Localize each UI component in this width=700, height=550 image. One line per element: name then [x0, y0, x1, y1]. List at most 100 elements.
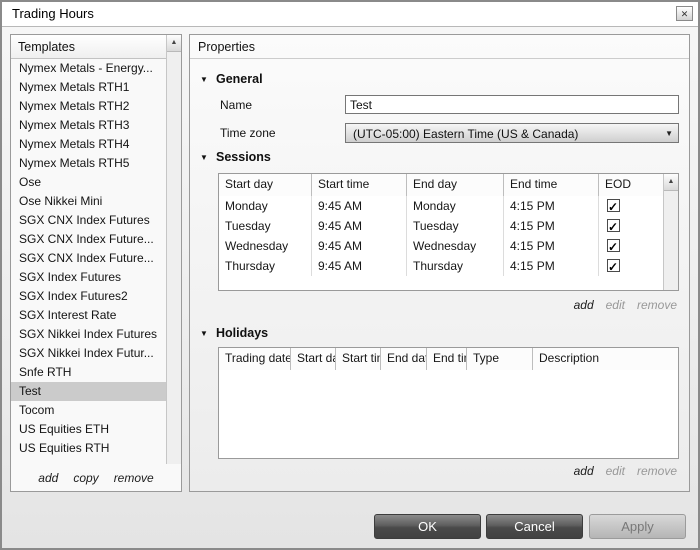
close-icon: ✕	[680, 9, 689, 19]
holidays-column-header-start-time: Start time	[336, 348, 381, 370]
template-list-item[interactable]: US Equities ETH	[11, 420, 166, 439]
session-end-day: Thursday	[407, 256, 504, 276]
window-title: Trading Hours	[12, 6, 94, 21]
session-row[interactable]: Tuesday 9:45 AM Tuesday 4:15 PM	[219, 216, 663, 236]
scroll-up-button[interactable]: ▲	[167, 35, 181, 52]
template-list-item[interactable]: SGX CNX Index Future...	[11, 230, 166, 249]
scroll-up-button[interactable]: ▲	[664, 174, 678, 191]
holidays-column-header-end-date: End date	[381, 348, 427, 370]
template-list-item[interactable]: SGX Interest Rate	[11, 306, 166, 325]
templates-actions: add copy remove	[11, 465, 181, 491]
session-end-time: 4:15 PM	[504, 196, 599, 216]
templates-remove-link[interactable]: remove	[114, 471, 154, 485]
template-list-item-selected[interactable]: Test	[11, 382, 166, 401]
session-start-time: 9:45 AM	[312, 216, 407, 236]
sessions-add-link[interactable]: add	[574, 298, 594, 312]
session-end-time: 4:15 PM	[504, 256, 599, 276]
session-start-day: Thursday	[219, 256, 312, 276]
template-list-item[interactable]: SGX Index Futures2	[11, 287, 166, 306]
session-eod-cell	[599, 196, 663, 216]
template-list-item[interactable]: Nymex Metals RTH1	[11, 78, 166, 97]
name-input[interactable]	[345, 95, 679, 114]
holidays-column-header-start-date: Start date	[291, 348, 336, 370]
sessions-table: Start day Start time End day End time EO…	[218, 173, 679, 291]
apply-button[interactable]: Apply	[589, 514, 686, 539]
session-row[interactable]: Thursday 9:45 AM Thursday 4:15 PM	[219, 256, 663, 276]
timezone-value: (UTC-05:00) Eastern Time (US & Canada)	[353, 127, 579, 141]
template-list-item[interactable]: Snfe RTH	[11, 363, 166, 382]
template-list-item[interactable]: Nymex Metals RTH2	[11, 97, 166, 116]
chevron-down-icon: ▼	[665, 129, 673, 138]
session-start-time: 9:45 AM	[312, 256, 407, 276]
sessions-edit-link[interactable]: edit	[606, 298, 625, 312]
templates-add-link[interactable]: add	[38, 471, 58, 485]
session-row[interactable]: Monday 9:45 AM Monday 4:15 PM	[219, 196, 663, 216]
sessions-collapse-icon[interactable]: ▼	[200, 153, 211, 162]
holidays-table: Trading date Start date Start time End d…	[218, 347, 679, 459]
holidays-column-header-type: Type	[467, 348, 533, 370]
template-list-item[interactable]: Nymex Metals - Energy...	[11, 59, 166, 78]
templates-header: Templates	[11, 35, 181, 59]
template-list-item[interactable]: SGX Nikkei Index Futur...	[11, 344, 166, 363]
ok-button[interactable]: OK	[374, 514, 481, 539]
templates-copy-link[interactable]: copy	[73, 471, 98, 485]
holidays-edit-link[interactable]: edit	[606, 464, 625, 478]
holidays-collapse-icon[interactable]: ▼	[200, 329, 211, 338]
session-eod-cell	[599, 236, 663, 256]
sessions-section-header: ▼ Sessions	[200, 149, 271, 165]
cancel-button[interactable]: Cancel	[486, 514, 583, 539]
holidays-section-header: ▼ Holidays	[200, 325, 268, 341]
trading-hours-window: Trading Hours ✕ Templates ▲ Nymex Metals…	[0, 0, 700, 550]
template-list-item[interactable]: Nymex Metals RTH5	[11, 154, 166, 173]
titlebar: Trading Hours ✕	[2, 2, 698, 27]
sessions-section-label: Sessions	[216, 150, 271, 164]
properties-panel: Properties ▼ General Name Time zone (UTC…	[189, 34, 690, 492]
sessions-remove-link[interactable]: remove	[637, 298, 677, 312]
general-section-label: General	[216, 72, 263, 86]
session-start-day: Tuesday	[219, 216, 312, 236]
general-collapse-icon[interactable]: ▼	[200, 75, 211, 84]
general-section-header: ▼ General	[200, 71, 263, 87]
template-list-item[interactable]: US Equities RTH	[11, 439, 166, 458]
template-list-item[interactable]: Ose	[11, 173, 166, 192]
holidays-add-link[interactable]: add	[574, 464, 594, 478]
session-start-day: Monday	[219, 196, 312, 216]
session-start-day: Wednesday	[219, 236, 312, 256]
eod-checkbox[interactable]	[607, 237, 620, 256]
template-list-item[interactable]: SGX Nikkei Index Futures	[11, 325, 166, 344]
session-end-time: 4:15 PM	[504, 216, 599, 236]
sessions-table-header: Start day Start time End day End time EO…	[219, 174, 663, 197]
close-button[interactable]: ✕	[676, 6, 693, 21]
holidays-column-header-trading-date: Trading date	[219, 348, 291, 370]
holidays-column-header-end-time: End time	[427, 348, 467, 370]
templates-panel: Templates ▲ Nymex Metals - Energy... Nym…	[10, 34, 182, 492]
holidays-actions: add edit remove	[574, 463, 677, 479]
session-start-time: 9:45 AM	[312, 196, 407, 216]
sessions-column-header-end-day: End day	[407, 174, 504, 196]
template-list-item[interactable]: SGX CNX Index Futures	[11, 211, 166, 230]
timezone-select[interactable]: (UTC-05:00) Eastern Time (US & Canada) ▼	[345, 123, 679, 143]
holidays-empty-area	[219, 370, 678, 458]
session-start-time: 9:45 AM	[312, 236, 407, 256]
template-list-item[interactable]: Tocom	[11, 401, 166, 420]
session-row[interactable]: Wednesday 9:45 AM Wednesday 4:15 PM	[219, 236, 663, 256]
eod-checkbox[interactable]	[607, 197, 620, 216]
templates-scrollbar[interactable]: ▲	[166, 35, 181, 464]
sessions-scrollbar[interactable]: ▲	[663, 174, 678, 290]
sessions-column-header-start-time: Start time	[312, 174, 407, 196]
eod-checkbox[interactable]	[607, 217, 620, 236]
up-arrow-icon: ▲	[667, 178, 675, 185]
properties-header: Properties	[190, 35, 689, 59]
holidays-column-header-description: Description	[539, 351, 600, 365]
session-eod-cell	[599, 256, 663, 276]
template-list-item[interactable]: SGX Index Futures	[11, 268, 166, 287]
holidays-section-label: Holidays	[216, 326, 269, 340]
template-list-item[interactable]: Ose Nikkei Mini	[11, 192, 166, 211]
eod-checkbox[interactable]	[607, 257, 620, 276]
template-list-item[interactable]: SGX CNX Index Future...	[11, 249, 166, 268]
session-end-time: 4:15 PM	[504, 236, 599, 256]
template-list-item[interactable]: Nymex Metals RTH4	[11, 135, 166, 154]
holidays-remove-link[interactable]: remove	[637, 464, 677, 478]
template-list-item[interactable]: Nymex Metals RTH3	[11, 116, 166, 135]
templates-list: Nymex Metals - Energy... Nymex Metals RT…	[11, 59, 166, 464]
